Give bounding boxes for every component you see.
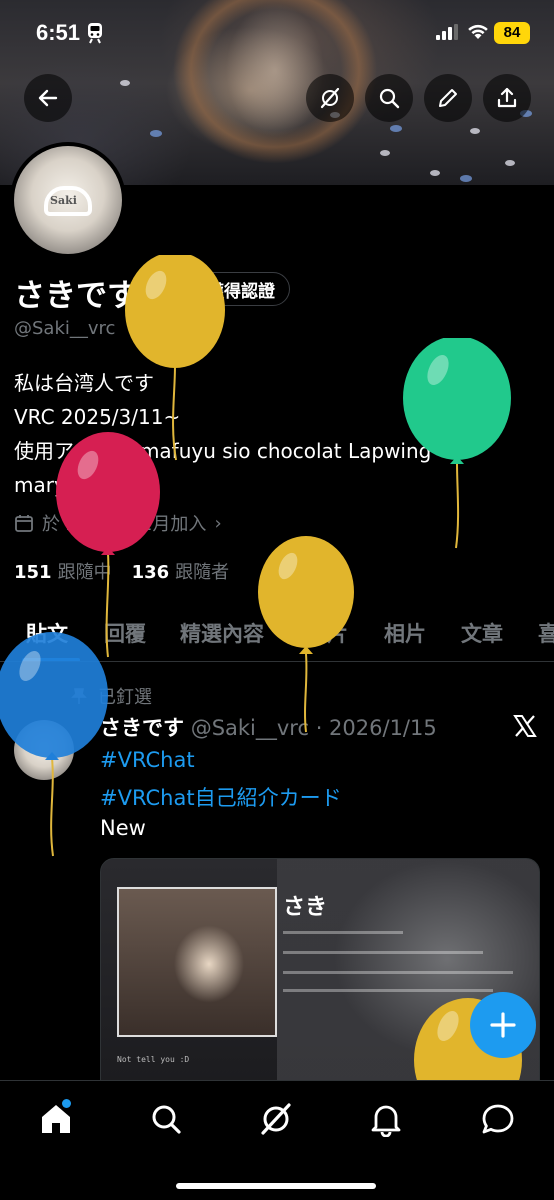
tab-photos[interactable]: 相片 [384, 618, 426, 648]
nav-messages[interactable] [480, 1101, 516, 1137]
message-icon [482, 1104, 514, 1134]
banner-particle [470, 128, 480, 134]
grok-icon [320, 87, 340, 109]
card-text-line [283, 971, 513, 974]
banner-particle [430, 170, 440, 176]
banner-particle [505, 160, 515, 166]
banner-particle [150, 130, 162, 137]
banner-particle [460, 175, 472, 182]
following-count: 151 [14, 562, 52, 583]
balloon-red [56, 432, 160, 658]
tab-articles[interactable]: 文章 [461, 618, 503, 648]
profile-handle: @Saki__vrc [14, 318, 116, 339]
banner-particle [390, 125, 402, 132]
search-button[interactable] [365, 74, 413, 122]
home-notification-dot [62, 1099, 71, 1108]
chevron-right-icon: › [214, 512, 222, 534]
nav-notifications[interactable] [368, 1101, 404, 1138]
home-indicator [176, 1183, 376, 1189]
wifi-icon [468, 24, 488, 39]
grok-button[interactable] [306, 74, 354, 122]
grok-icon [261, 1103, 291, 1135]
share-icon [497, 87, 517, 108]
train-icon [88, 23, 102, 44]
balloon-green [403, 338, 511, 549]
post-author-name[interactable]: さきです [100, 716, 184, 740]
calendar-icon [15, 515, 33, 532]
bottom-navigation [0, 1080, 554, 1200]
status-bar: 6:51 84 [0, 0, 554, 66]
compose-button[interactable] [470, 992, 536, 1058]
edit-button[interactable] [424, 74, 472, 122]
nav-grok[interactable] [258, 1101, 294, 1137]
card-text-line [283, 989, 493, 992]
status-time: 6:51 [36, 20, 81, 45]
bell-icon [371, 1105, 401, 1138]
card-text-line [283, 931, 403, 934]
followers-label: 跟隨者 [175, 562, 230, 583]
card-caption: Not tell you :D [117, 1055, 190, 1064]
back-button[interactable] [24, 74, 72, 122]
avatar-text: Saki [50, 194, 77, 207]
search-icon [152, 1105, 181, 1134]
profile-avatar[interactable]: Saki [10, 142, 126, 258]
tab-likes[interactable]: 喜 [538, 618, 554, 648]
banner-particle [120, 80, 130, 86]
post-hashtag[interactable]: #VRChat [100, 748, 195, 772]
pencil-icon [439, 89, 457, 107]
card-title: さき [283, 895, 328, 920]
post-hashtag[interactable]: #VRChat自己紹介カード [100, 782, 342, 812]
nav-search[interactable] [148, 1101, 184, 1137]
card-text-line [283, 951, 483, 954]
balloon-blue [0, 632, 108, 857]
plus-icon [490, 1012, 516, 1038]
x-logo-icon[interactable] [512, 713, 538, 739]
signal-icon [436, 24, 458, 40]
banner-particle [380, 150, 390, 156]
avatar-image: Saki [14, 146, 122, 254]
share-button[interactable] [483, 74, 531, 122]
search-icon [379, 88, 400, 109]
balloon-yellow [258, 536, 354, 733]
battery-indicator: 84 [494, 22, 530, 44]
tab-highlights[interactable]: 精選內容 [180, 618, 264, 648]
arrow-left-icon [38, 89, 58, 107]
card-photo [117, 887, 277, 1037]
